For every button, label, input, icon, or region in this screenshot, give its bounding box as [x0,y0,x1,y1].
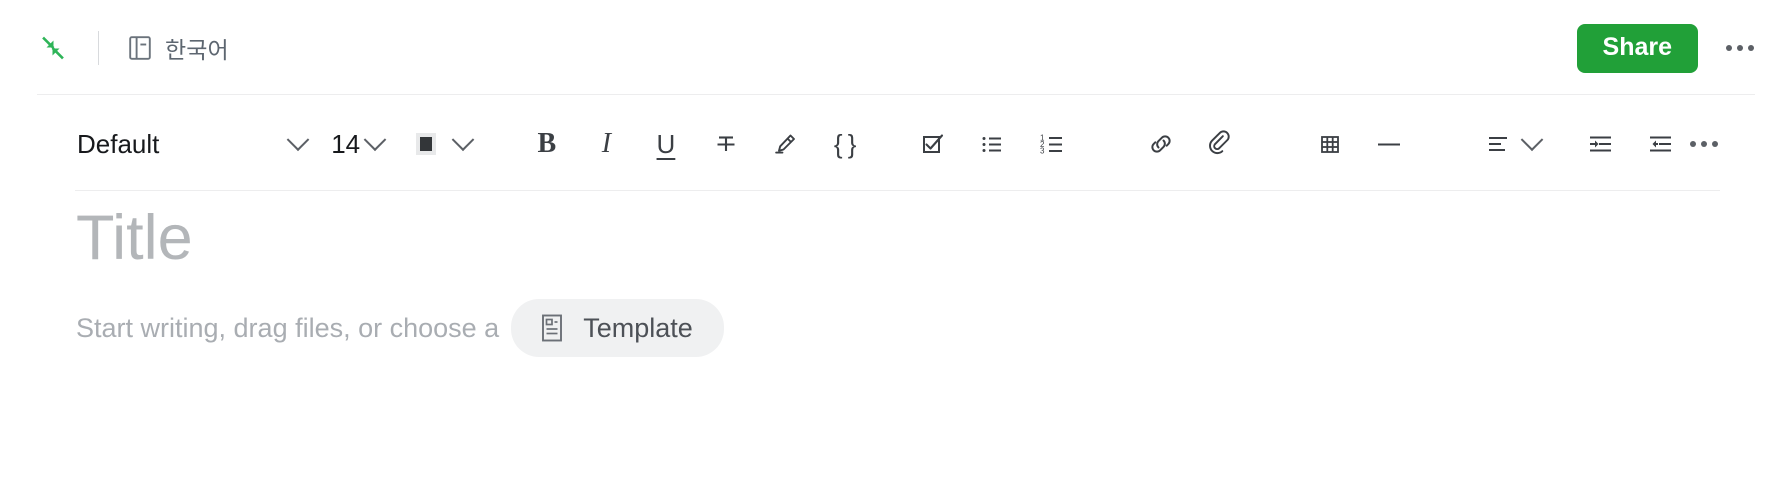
header-bottom-divider [37,94,1755,95]
code-braces-icon: { } [833,128,857,159]
editor-area: Title Start writing, drag files, or choo… [0,192,1790,358]
bulleted-list-button[interactable] [973,121,1011,167]
template-button[interactable]: Template [511,299,724,358]
text-color-chevron-down-icon[interactable] [448,127,478,161]
indent-decrease-icon [1645,129,1677,159]
notebook-selector[interactable]: 한국어 [121,27,235,69]
bold-icon: B [537,128,557,159]
formatting-toolbar: Default 14 B I U {} 1 2 3 [0,96,1790,192]
share-button[interactable]: Share [1576,23,1698,73]
indent-increase-icon [1585,129,1617,159]
horizontal-rule-button[interactable] [1370,121,1408,167]
font-size-value[interactable]: 14 [331,118,360,170]
link-icon [1145,129,1177,159]
italic-icon: I [601,128,612,159]
table-button[interactable] [1311,121,1349,167]
notebook-label: 한국어 [165,37,229,63]
collapse-arrows-icon[interactable] [30,25,76,71]
editor-body-row: Start writing, drag files, or choose a T… [76,299,1790,358]
align-chevron-down-icon[interactable] [1517,127,1547,161]
highlight-button[interactable] [766,121,804,167]
numbered-list-digit-3: 3 [1040,147,1045,156]
indent-button[interactable] [1582,121,1620,167]
more-options-button[interactable] [1680,129,1728,159]
underline-button[interactable]: U [647,121,685,167]
header-divider [98,31,99,65]
font-family-dropdown[interactable]: Default [77,118,283,170]
strikethrough-button[interactable] [706,121,744,167]
underline-icon: U [656,128,676,159]
note-editor-window: 한국어 Share Default 14 B I U {} 1 2 3 Tit… [0,0,1790,502]
text-color-swatch[interactable] [416,133,436,155]
app-header: 한국어 Share [0,0,1790,96]
highlighter-icon [770,129,800,159]
header-right-group: Share [1576,0,1764,96]
bold-button[interactable]: B [528,121,566,167]
checkbox-list-icon [917,129,947,159]
toolbar-bottom-divider [75,190,1720,191]
header-left-group: 한국어 [30,25,235,71]
numbered-list-icon: 1 2 3 [1036,129,1068,159]
body-placeholder-text[interactable]: Start writing, drag files, or choose a [76,313,499,344]
font-size-label: 14 [331,128,361,159]
notebook-icon [127,34,153,62]
font-family-chevron-down-icon[interactable] [283,127,313,161]
italic-button[interactable]: I [587,121,625,167]
align-left-icon [1483,129,1513,159]
checklist-button[interactable] [913,121,951,167]
template-label: Template [583,312,693,343]
strikethrough-icon [711,129,741,159]
link-button[interactable] [1142,121,1180,167]
horizontal-rule-icon [1372,129,1406,159]
attachment-button[interactable] [1201,121,1239,167]
outdent-button[interactable] [1642,121,1680,167]
code-button[interactable]: { } [826,121,864,167]
table-grid-icon [1315,129,1345,159]
paperclip-icon [1205,129,1235,159]
font-size-chevron-down-icon[interactable] [360,127,390,161]
more-horizontal-icon[interactable] [1716,33,1764,63]
bulleted-list-icon [977,129,1007,159]
font-family-value: Default [77,128,160,159]
template-document-icon [538,312,566,344]
numbered-list-button[interactable]: 1 2 3 [1033,121,1071,167]
align-button[interactable] [1479,121,1517,167]
document-title-input[interactable]: Title [76,203,1790,273]
